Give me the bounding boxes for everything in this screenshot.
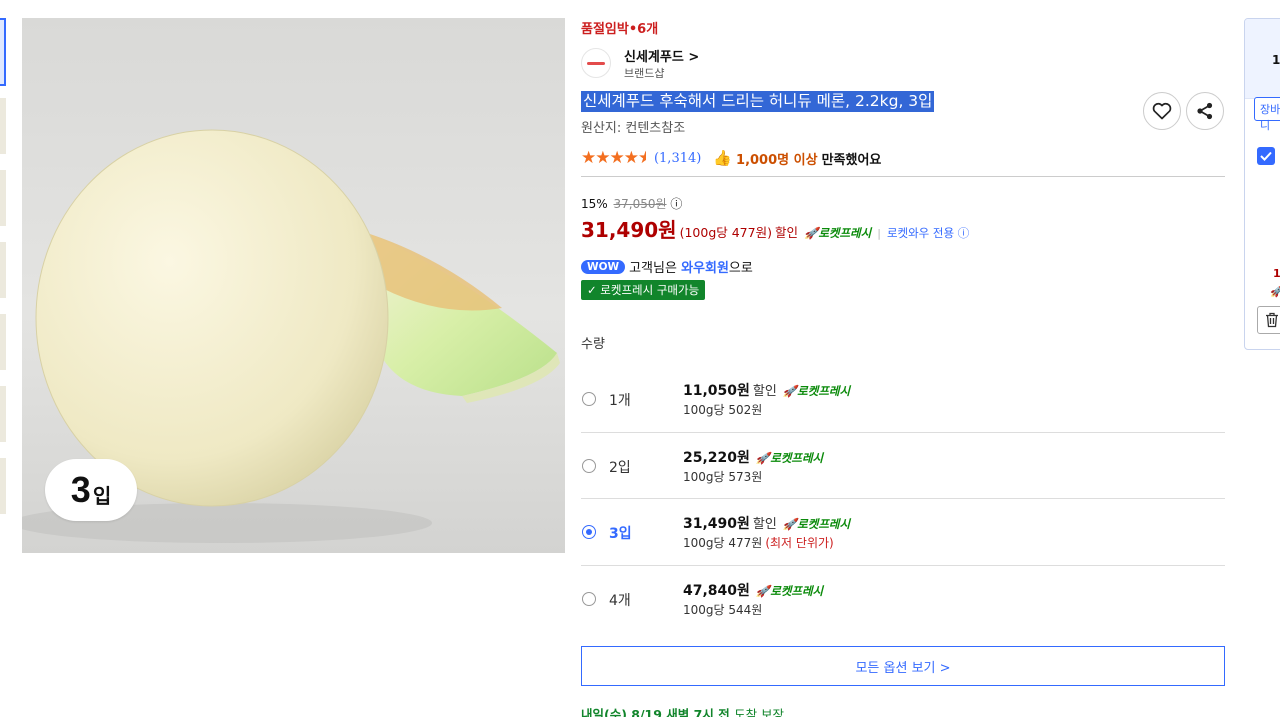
all-options-button[interactable]: 모든 옵션 보기 > [581, 646, 1225, 686]
wow-member-line: WOW 고객님은 와우회원 으로 [581, 257, 753, 276]
cart-sidebar: 1 장바구니 1 🚀 [1244, 18, 1280, 350]
option-price: 31,490원 할인 🚀로켓프레시 [683, 516, 851, 532]
sidebar-delete-button[interactable] [1257, 306, 1280, 334]
option-label: 3입 [609, 526, 632, 542]
check-icon [1260, 151, 1272, 161]
sidebar-checkbox[interactable] [1257, 147, 1275, 165]
trash-icon [1266, 312, 1278, 328]
thumbnail-6[interactable] [0, 386, 6, 442]
option-unit-price: 100g당 573원 [683, 469, 763, 484]
wow-text-prefix: 고객님은 [629, 261, 677, 276]
sidebar-count: 1 [1272, 53, 1280, 67]
option-label: 1개 [609, 393, 631, 409]
sidebar-cart-button[interactable]: 장바구니 [1254, 97, 1280, 132]
rocket-fresh-available-badge: ✓ 로켓프레시 구매가능 [581, 280, 706, 300]
option-radio[interactable] [582, 392, 596, 406]
delivery-date: 내일(수) 8/19 새벽 7시 전 [581, 707, 730, 717]
option-row-4[interactable]: 4개 47,840원 🚀로켓프레시 100g당 544원 [581, 566, 1225, 633]
option-label: 4개 [609, 592, 631, 609]
separator: | [877, 227, 881, 240]
option-list: 1개 11,050원 할인 🚀로켓프레시 100g당 502원 2입 25,220원… [581, 366, 1225, 632]
quantity-badge: 3입 [45, 459, 137, 521]
rocket-icon: 🚀로켓프레시 [755, 450, 824, 465]
rocket-icon: 🚀로켓프레시 [782, 384, 851, 398]
option-row-2[interactable]: 2입 25,220원 🚀로켓프레시 100g당 573원 [581, 433, 1225, 499]
product-title: 신세계푸드 후숙해서 드리는 허니듀 메론, 2.2kg, 3입 [581, 91, 935, 112]
rating-row: ★★★★★ (1,314) 👍 1,000명 이상 만족했어요 [581, 148, 881, 168]
option-row-3[interactable]: 3입 31,490원 할인 🚀로켓프레시 100g당 477원 (최저 단위가) [581, 499, 1225, 566]
option-price: 25,220원 🚀로켓프레시 [683, 449, 824, 466]
heart-icon [1152, 102, 1172, 120]
rocket-fresh-badge: 🚀로켓프레시 [803, 226, 872, 240]
delivery-label: 도착 보장 [734, 707, 785, 717]
discount-line: 15% 37,050원 ⓘ [581, 195, 682, 212]
brand-shop-label: 브랜드샵 [624, 67, 665, 80]
thumbnail-7[interactable] [0, 458, 6, 514]
thumbnail-4[interactable] [0, 242, 6, 298]
thumbnail-5[interactable] [0, 314, 6, 370]
brand-logo[interactable] [581, 48, 611, 78]
sale-price: 31,490원 [581, 218, 677, 242]
unit-price: (100g당 477원) [679, 225, 772, 240]
sidebar-rocket-icon: 🚀 [1270, 285, 1280, 298]
option-price: 47,840원 🚀로켓프레시 [683, 582, 824, 599]
info-icon[interactable]: ⓘ [670, 197, 682, 211]
origin-text: 원산지: 컨텐츠참조 [581, 121, 686, 136]
brand-shop-link[interactable]: 신세계푸드 > [624, 46, 699, 65]
divider [581, 176, 1225, 177]
option-radio[interactable] [582, 458, 596, 473]
discount-rate: 15% [581, 197, 608, 211]
option-row-1[interactable]: 1개 11,050원 할인 🚀로켓프레시 100g당 502원 [581, 366, 1225, 433]
share-icon [1197, 102, 1213, 120]
option-price: 11,050원 할인 🚀로켓프레시 [683, 383, 851, 399]
rocket-icon: 🚀로켓프레시 [782, 517, 851, 531]
satisfaction-text: 만족했어요 [821, 152, 882, 168]
product-main-image[interactable]: 3입 [22, 18, 565, 553]
satisfaction-count: 1,000명 이상 [736, 152, 818, 168]
option-radio[interactable] [582, 591, 596, 606]
thumbs-up-icon: 👍 [713, 149, 733, 167]
badge-unit: 입 [92, 485, 112, 508]
share-button[interactable] [1186, 92, 1224, 130]
option-unit-price: 100g당 544원 [683, 602, 763, 617]
price-line: 31,490원 (100g당 477원) 할인 🚀로켓프레시 | 로켓와우 전용… [581, 214, 969, 243]
option-unit-price: 100g당 477원 (최저 단위가) [683, 536, 834, 550]
wow-member-link[interactable]: 와우회원 [681, 257, 729, 276]
option-radio-selected[interactable] [582, 525, 596, 539]
rocket-icon: 🚀로켓프레시 [755, 583, 824, 598]
original-price: 37,050원 [613, 197, 667, 211]
discount-label: 할인 [774, 225, 798, 240]
thumbnail-3[interactable] [0, 170, 6, 226]
rocket-wow-only[interactable]: 로켓와우 전용 ⓘ [887, 225, 969, 241]
review-count-link[interactable]: (1,314) [654, 151, 701, 166]
option-unit-price: 100g당 502원 [683, 403, 763, 417]
quantity-label: 수량 [581, 337, 605, 352]
option-label: 2입 [609, 459, 631, 476]
thumbnail-1[interactable] [0, 18, 6, 86]
badge-number: 3 [70, 469, 91, 510]
sidebar-price: 1 [1273, 267, 1280, 280]
delivery-guarantee: 내일(수) 8/19 새벽 7시 전 도착 보장 [581, 704, 784, 717]
wow-text-suffix: 으로 [728, 261, 753, 276]
star-rating-icons: ★★★★★ [581, 148, 646, 168]
wishlist-button[interactable] [1143, 92, 1181, 130]
wow-badge: WOW [581, 259, 626, 274]
thumbnail-2[interactable] [0, 98, 6, 154]
stock-alert: 품절임박•6개 [581, 22, 659, 37]
